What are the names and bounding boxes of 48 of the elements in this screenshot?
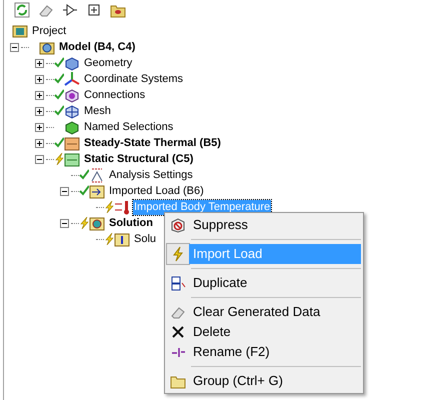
- tree-item[interactable]: Mesh: [83, 104, 112, 118]
- collapse-toggle[interactable]: [60, 218, 69, 228]
- collapse-toggle[interactable]: [60, 186, 69, 196]
- folder-icon: [89, 183, 105, 199]
- tree-item[interactable]: Model (B4, C4): [58, 40, 136, 54]
- tree-item[interactable]: Analysis Settings: [108, 168, 194, 182]
- collapse-toggle[interactable]: [10, 42, 19, 52]
- duplicate-icon: [170, 275, 186, 291]
- folder-icon: [64, 135, 80, 151]
- thermometer-icon: [114, 199, 130, 215]
- expand-toggle[interactable]: [35, 90, 44, 100]
- cube-icon: [64, 87, 80, 103]
- expand-toggle[interactable]: [35, 74, 44, 84]
- folder-icon: [114, 231, 130, 247]
- menu-item[interactable]: Group (Ctrl+ G): [189, 371, 361, 391]
- lightning-icon: [170, 246, 186, 262]
- cube-icon: [64, 103, 80, 119]
- tree-item[interactable]: Named Selections: [83, 120, 174, 134]
- menu-item[interactable]: Suppress: [189, 215, 361, 235]
- menu-item[interactable]: Clear Generated Data: [189, 302, 361, 322]
- suppress-icon: [170, 217, 186, 233]
- tree-item[interactable]: Coordinate Systems: [83, 72, 184, 86]
- expand-toggle[interactable]: [35, 122, 44, 132]
- tree-item[interactable]: Steady-State Thermal (B5): [83, 136, 222, 150]
- expand-button[interactable]: [86, 2, 102, 18]
- axes-icon: [64, 71, 80, 87]
- close-icon: [170, 324, 186, 340]
- tree-item[interactable]: Geometry: [83, 56, 134, 70]
- refresh-button[interactable]: [14, 2, 30, 18]
- tree-item[interactable]: Solu: [133, 232, 158, 246]
- collapse-toggle[interactable]: [35, 154, 44, 164]
- menu-item[interactable]: Delete: [189, 322, 361, 342]
- folder-icon: [12, 23, 28, 39]
- expand-toggle[interactable]: [35, 106, 44, 116]
- menu-item[interactable]: Rename (F2): [189, 342, 361, 362]
- tree-item[interactable]: Solution: [108, 216, 154, 230]
- cube-icon: [64, 55, 80, 71]
- tree-item[interactable]: Connections: [83, 88, 146, 102]
- expand-toggle[interactable]: [35, 138, 44, 148]
- expand-toggle[interactable]: [35, 58, 44, 68]
- folder-icon: [89, 215, 105, 231]
- tree-item[interactable]: Project: [31, 24, 68, 38]
- menu-item[interactable]: Duplicate: [189, 273, 361, 293]
- tree-item[interactable]: Imported Load (B6): [108, 184, 205, 198]
- folder-icon: [64, 151, 80, 167]
- tree-item[interactable]: Static Structural (C5): [83, 152, 194, 166]
- gate-button[interactable]: [62, 2, 78, 18]
- cube-icon: [64, 119, 80, 135]
